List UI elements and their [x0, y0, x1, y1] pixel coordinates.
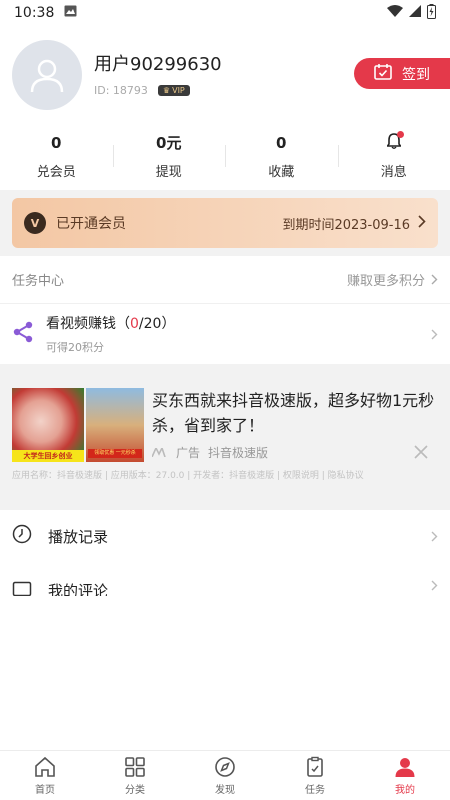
stat-value: 0: [276, 133, 287, 152]
vip-badge: ♛ VIP: [157, 85, 190, 96]
membership-section: V 已开通会员 到期时间2023-09-16: [0, 190, 450, 256]
chevron-right-icon: [431, 329, 438, 339]
ad-network-icon: [151, 445, 168, 460]
earn-more-points-link[interactable]: 赚取更多积分: [347, 270, 438, 289]
tab-label: 我的: [395, 784, 415, 796]
task-watch-video[interactable]: 看视频赚钱（0/20） 可得20积分: [0, 304, 450, 364]
stat-icon-slot: [338, 130, 450, 153]
membership-expiry: 到期时间2023-09-16: [282, 217, 410, 233]
tab-tasks[interactable]: 任务: [270, 751, 360, 800]
task-progress: 0: [130, 316, 139, 332]
task-reward: 可得20积分: [46, 341, 104, 354]
compass-icon: [215, 756, 235, 777]
profile-header: 用户90299630 ID: 18793 ♛ VIP 签到: [0, 26, 450, 122]
tab-mine[interactable]: 我的: [360, 751, 450, 800]
menu-item-play-history[interactable]: 播放记录: [0, 510, 450, 562]
earn-more-label: 赚取更多积分: [346, 274, 425, 289]
ad-images: 大学生回乡创业 领取优惠 一元秒杀: [12, 388, 144, 462]
tab-discover[interactable]: 发现: [180, 751, 270, 800]
ad-banner[interactable]: 大学生回乡创业 领取优惠 一元秒杀 买东西就来抖音极速版，超多好物1元秒杀，省到…: [0, 364, 450, 510]
comment-icon: [12, 580, 32, 596]
tab-label: 任务: [305, 784, 325, 796]
status-time: 10:38: [14, 5, 55, 21]
ad-image-caption: 领取优惠 一元秒杀: [88, 449, 142, 458]
ad-tag: 广告: [176, 446, 201, 460]
gallery-icon: [64, 5, 77, 21]
stat-messages[interactable]: 消息: [337, 130, 450, 180]
menu-label: 播放记录: [48, 527, 109, 546]
stats-row: 0 兑会员 0元 提现 0 收藏 消息: [0, 122, 450, 190]
bottom-tab-bar: 首页 分类 发现 任务 我的: [0, 750, 450, 800]
stat-value: 0元: [156, 134, 182, 152]
clock-icon: [12, 524, 32, 548]
chevron-right-icon: [418, 214, 426, 232]
task-name-prefix: 看视频赚钱（: [46, 316, 130, 332]
stat-label: 兑会员: [36, 164, 76, 180]
grid-icon: [125, 756, 145, 777]
stat-label: 提现: [155, 164, 182, 180]
chevron-right-icon: [431, 274, 438, 285]
share-icon: [12, 321, 34, 347]
ad-title: 买东西就来抖音极速版，超多好物1元秒杀，省到家了！: [152, 391, 435, 435]
user-icon: [395, 757, 415, 777]
stat-vip-redeem[interactable]: 0 兑会员: [0, 133, 113, 180]
menu-item-my-comments[interactable]: 我的评论: [0, 562, 450, 596]
chevron-right-icon: [431, 580, 438, 591]
stat-label: 消息: [380, 164, 407, 180]
membership-status: 已开通会员: [56, 216, 126, 232]
stat-withdraw[interactable]: 0元 提现: [112, 133, 226, 180]
tab-label: 首页: [35, 784, 55, 796]
crown-icon: ♛: [162, 86, 171, 95]
task-name: 看视频赚钱（0/20）: [46, 313, 431, 333]
wifi-icon: [387, 5, 403, 21]
tab-home[interactable]: 首页: [0, 751, 90, 800]
chevron-right-icon: [431, 531, 438, 541]
user-placeholder-icon: [30, 59, 64, 93]
vip-badge-label: VIP: [172, 86, 185, 95]
bell-icon: [385, 130, 404, 153]
notification-dot: [396, 130, 404, 138]
close-icon[interactable]: [414, 444, 428, 463]
status-bar: 10:38: [0, 0, 450, 26]
ad-image-lychee: 大学生回乡创业: [12, 388, 84, 462]
checkin-label: 签到: [402, 66, 430, 83]
membership-card[interactable]: V 已开通会员 到期时间2023-09-16: [12, 198, 438, 248]
task-name-suffix: /20）: [138, 316, 176, 332]
ad-advertiser: 抖音极速版: [208, 446, 269, 460]
task-center-title: 任务中心: [12, 274, 65, 289]
signal-icon: [409, 5, 421, 21]
checkin-button[interactable]: 签到: [354, 58, 450, 89]
stat-label: 收藏: [268, 164, 295, 180]
username: 用户90299630: [94, 54, 222, 75]
user-id: ID: 18793: [94, 84, 148, 97]
calendar-check-icon: [374, 63, 392, 84]
menu-label: 我的评论: [48, 582, 109, 596]
battery-icon: [427, 3, 436, 23]
tab-category[interactable]: 分类: [90, 751, 180, 800]
tab-label: 发现: [215, 784, 235, 796]
stat-favorites[interactable]: 0 收藏: [225, 133, 338, 180]
stat-value: 0: [51, 133, 62, 152]
tab-label: 分类: [125, 784, 145, 796]
task-center-header: 任务中心 赚取更多积分: [0, 256, 450, 304]
vip-v-icon: V: [24, 212, 46, 234]
ad-image-person: 领取优惠 一元秒杀: [86, 388, 144, 462]
ad-app-info: 应用名称：抖音极速版 | 应用版本：27.0.0 | 开发者：抖音极速版 | 权…: [12, 471, 364, 481]
avatar[interactable]: [12, 40, 82, 110]
ad-image-caption: 大学生回乡创业: [12, 450, 84, 462]
home-icon: [35, 756, 55, 777]
clipboard-icon: [307, 756, 323, 777]
